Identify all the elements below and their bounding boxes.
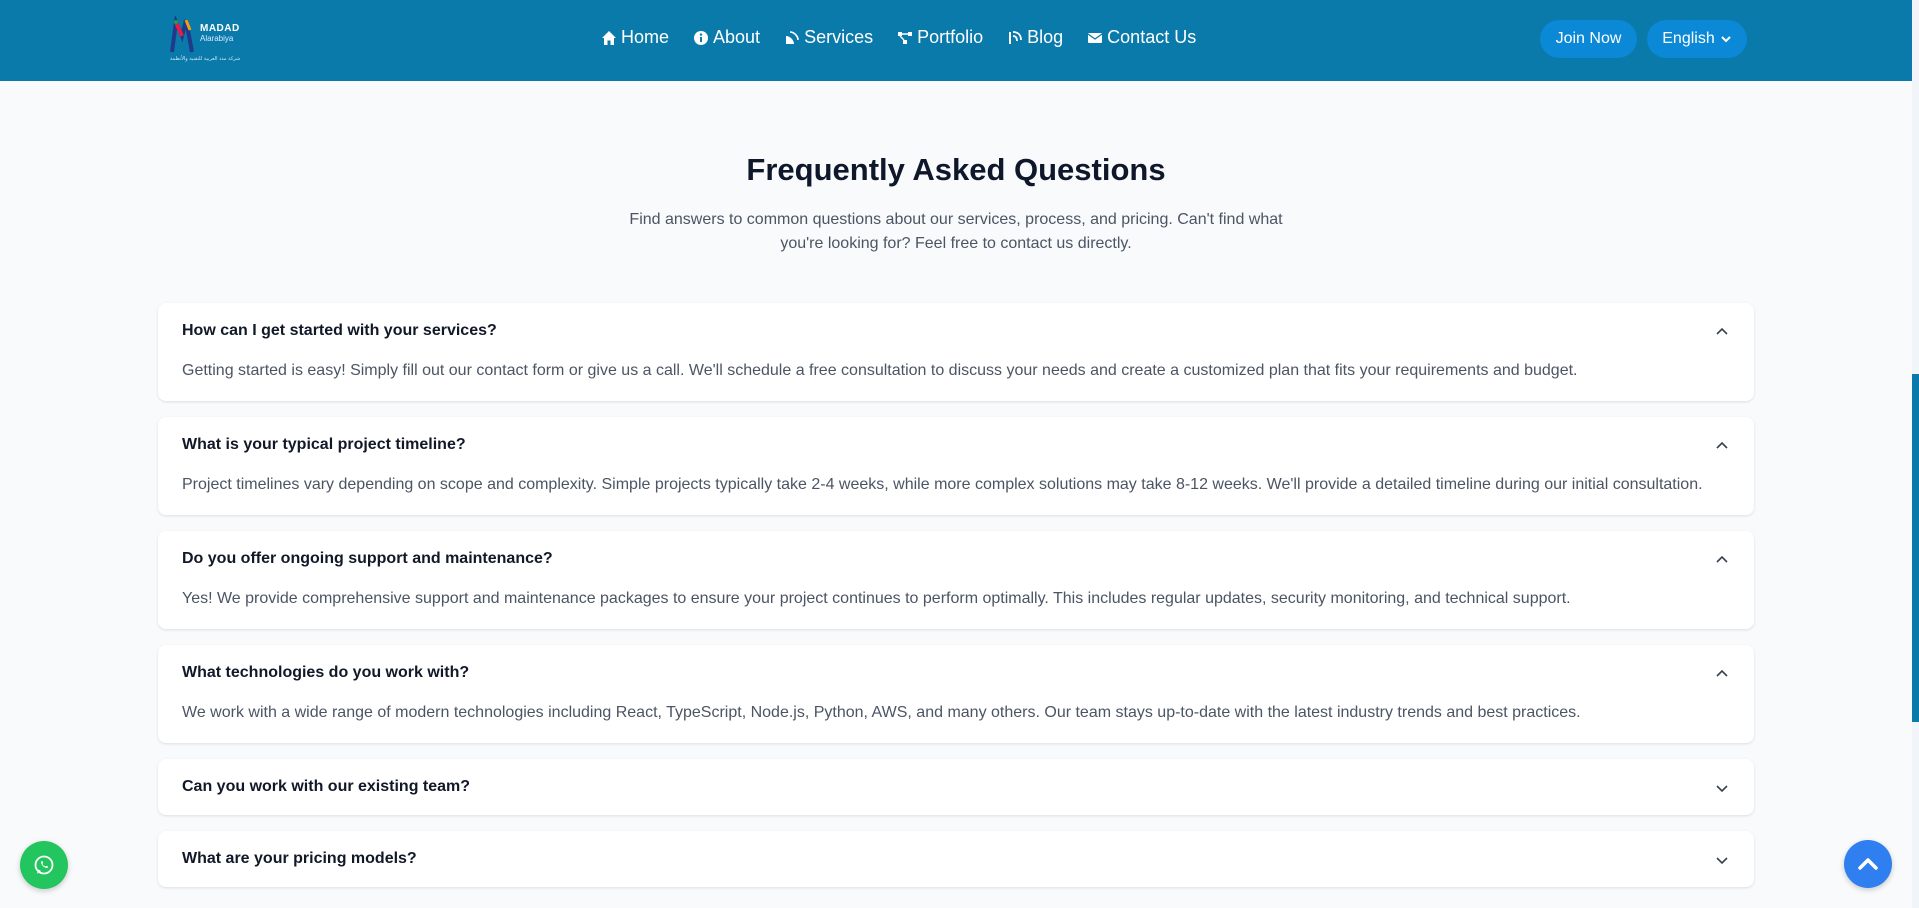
faq-answer: Yes! We provide comprehensive support an… [182,590,1571,607]
nav-blog[interactable]: Blog [1007,27,1063,48]
chevron-up-icon[interactable] [1715,439,1729,453]
faq-question[interactable]: What technologies do you work with? [182,664,469,682]
chevron-up-icon[interactable] [1715,553,1729,567]
blog-icon [1009,30,1023,44]
nav-services-label: Services [804,27,874,47]
chevron-up-icon[interactable] [1715,325,1729,339]
faq-answer: Getting started is easy! Simply fill out… [182,362,1578,379]
whatsapp-icon [34,855,54,875]
faq-title: Frequently Asked Questions [746,152,1166,187]
nav-portfolio-label: Portfolio [917,27,984,47]
faq-item[interactable]: What is your typical project timeline? P… [158,417,1754,515]
faq-question[interactable]: What are your pricing models? [182,850,417,868]
scrollbar-thumb[interactable] [1912,374,1919,722]
logo-name: MADAD [200,23,240,34]
project-diagram-icon [898,31,913,44]
chevron-up-icon [1858,858,1878,870]
faq-answer: We work with a wide range of modern tech… [182,704,1581,721]
nav-contact-label: Contact Us [1107,27,1197,47]
satellite-dish-icon [786,30,799,44]
faq-question[interactable]: Can you work with our existing team? [182,778,470,796]
main-nav: Home About Services Portfolio Blog Conta… [601,27,1220,48]
logo-mark-icon [170,16,194,53]
language-label: English [1662,30,1715,47]
scroll-to-top-button[interactable] [1844,840,1892,888]
nav-home[interactable]: Home [601,27,669,48]
faq-question[interactable]: Do you offer ongoing support and mainten… [182,550,553,568]
logo[interactable]: MADAD Alarabiya شركة مدد العربية للتقنية… [170,16,260,66]
navbar: MADAD Alarabiya شركة مدد العربية للتقنية… [0,0,1912,81]
nav-contact[interactable]: Contact Us [1087,27,1196,48]
nav-about[interactable]: About [693,27,760,48]
faq-question[interactable]: What is your typical project timeline? [182,436,466,454]
nav-about-label: About [713,27,761,47]
join-now-button[interactable]: Join Now [1540,20,1637,58]
language-dropdown[interactable]: English [1647,20,1747,58]
chevron-down-icon [1721,36,1731,43]
nav-portfolio[interactable]: Portfolio [897,27,983,48]
envelope-icon [1087,32,1103,43]
chevron-down-icon[interactable] [1715,781,1729,795]
nav-services[interactable]: Services [784,27,873,48]
faq-question[interactable]: How can I get started with your services… [182,322,497,340]
nav-home-label: Home [621,27,670,47]
faq-item[interactable]: What technologies do you work with? We w… [158,645,1754,743]
logo-tagline: شركة مدد العربية للتقنية والأنظمة [170,56,241,62]
faq-item[interactable]: What are your pricing models? [158,831,1754,887]
home-icon [602,30,616,45]
faq-item[interactable]: Do you offer ongoing support and mainten… [158,531,1754,629]
chevron-up-icon[interactable] [1715,667,1729,681]
logo-sub: Alarabiya [200,34,234,43]
nav-blog-label: Blog [1027,27,1064,47]
chevron-down-icon[interactable] [1715,853,1729,867]
whatsapp-button[interactable] [20,841,68,889]
faq-list: How can I get started with your services… [158,303,1754,903]
faq-item[interactable]: Can you work with our existing team? [158,759,1754,815]
info-icon [694,30,709,45]
faq-answer: Project timelines vary depending on scop… [182,476,1703,493]
faq-item[interactable]: How can I get started with your services… [158,303,1754,401]
faq-subtitle: Find answers to common questions about o… [629,211,1283,252]
